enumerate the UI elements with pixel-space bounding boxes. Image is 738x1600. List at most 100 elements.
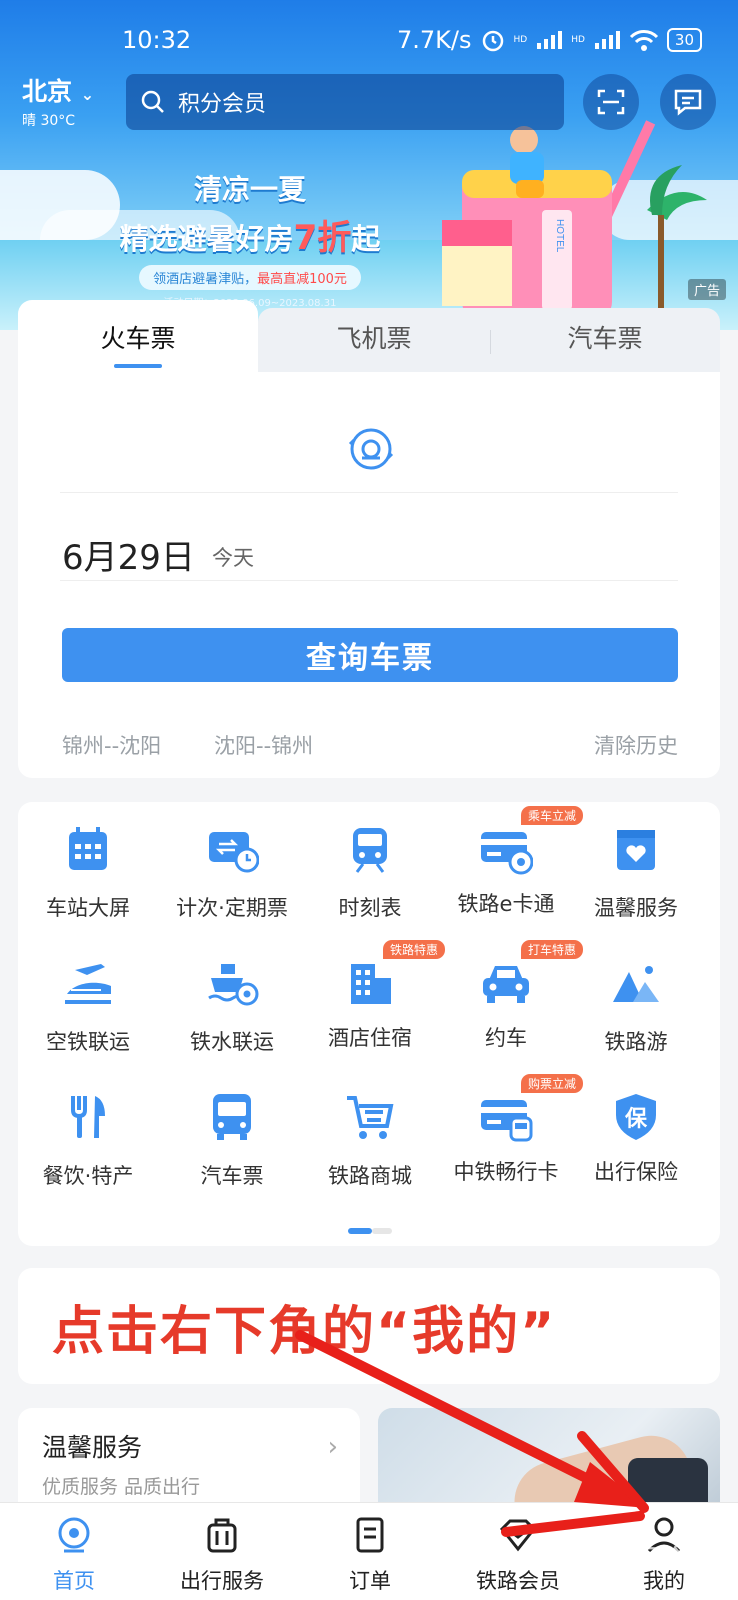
weather-text: 晴 30°C [22,113,76,129]
heart-bag-icon [617,830,655,870]
service-label: 温馨服务 [594,896,678,920]
service-label: 铁水联运 [190,1030,274,1054]
service-e-card[interactable]: 乘车立减 铁路e卡通 [436,806,584,918]
service-insurance[interactable]: 保 出行保险 [566,1090,706,1186]
page-dot [372,1228,392,1234]
page-dot-active [348,1228,372,1234]
promo-banner[interactable]: 清凉一夏 精选避暑好房7折起 领酒店避暑津贴，最高直减100元 活动日期：202… [90,168,410,309]
nav-label: 订单 [349,1569,391,1593]
network-speed: 7.7K/s [397,26,472,54]
nav-label: 首页 [53,1569,95,1593]
service-air-rail[interactable]: 空铁联运 [18,956,158,1056]
mountain-icon [613,966,659,1002]
tab-flight-label: 飞机票 [336,324,412,353]
search-bar[interactable]: 积分会员 [126,74,564,130]
tab-bus[interactable]: 汽车票 [490,300,720,374]
wifi-icon [629,30,658,51]
ad-label: 广告 [687,279,726,300]
service-periodic-ticket[interactable]: 计次·定期票 [162,822,302,922]
promo-title: 清凉一夏 [193,173,306,206]
service-grid: 车站大屏 计次·定期票 时刻表 乘车立减 铁路e卡通 温馨服务 空铁联运 铁水联… [18,802,720,1246]
train-icon [353,828,387,873]
service-label: 铁路e卡通 [457,892,555,916]
signal-icon [594,31,620,49]
cart-icon [347,1096,394,1139]
service-label: 铁路商城 [328,1164,412,1188]
service-food[interactable]: 餐饮·特产 [18,1090,158,1190]
tab-train[interactable]: 火车票 [18,300,258,374]
service-travel-card[interactable]: 购票立减 中铁畅行卡 [436,1074,584,1186]
train-card-icon [481,1100,533,1142]
hotel-text: HOTEL [554,219,565,253]
status-time: 10:32 [122,26,192,54]
service-label: 计次·定期票 [176,896,288,920]
service-mall[interactable]: 铁路商城 [300,1090,440,1190]
hotel-icon [351,964,391,1004]
departure-date[interactable]: 6月29日 [62,530,195,579]
warm-service-title: 温馨服务 [42,1433,143,1462]
service-bus-ticket[interactable]: 汽车票 [162,1090,302,1190]
service-station-screen[interactable]: 车站大屏 [18,822,158,922]
service-rail-water[interactable]: 铁水联运 [162,956,302,1056]
railway-logo-icon[interactable] [346,424,396,474]
diamond-icon [499,1519,537,1552]
nav-travel-service[interactable]: 出行服务 [152,1503,292,1600]
service-label: 出行保险 [594,1160,678,1184]
search-placeholder: 积分会员 [178,92,267,117]
app-screen: HOTEL 清凉一夏 精选避暑好房7折起 领酒店避暑津贴，最高直减100元 活动… [0,0,738,1600]
card-icon [481,832,534,875]
divider [60,492,678,493]
nav-home[interactable]: 首页 [4,1503,144,1600]
service-label: 酒店住宿 [328,1026,412,1050]
ticket-tabs: 火车票 飞机票 汽车票 [18,300,720,374]
service-timetable[interactable]: 时刻表 [300,822,440,922]
battery-indicator: 30 [666,28,702,52]
service-label: 中铁畅行卡 [453,1160,559,1184]
scan-button[interactable] [583,74,639,130]
fork-knife-icon [71,1096,105,1138]
service-hotel[interactable]: 铁路特惠 酒店住宿 [300,940,446,1052]
divider [60,580,678,581]
city-selector[interactable]: 北京 ⌄ 晴 30°C [22,72,94,130]
service-label: 车站大屏 [46,896,130,920]
message-button[interactable] [660,74,716,130]
chevron-right-icon: › [327,1432,338,1462]
service-rail-travel[interactable]: 铁路游 [566,956,706,1056]
service-label: 时刻表 [338,896,402,920]
service-label: 餐饮·特产 [42,1164,134,1188]
car-icon [483,966,529,1003]
service-label: 汽车票 [200,1164,264,1188]
booking-card: 6月29日 今天 查询车票 锦州--沈阳 沈阳--锦州 清除历史 [18,372,720,778]
tab-train-label: 火车票 [100,324,176,353]
service-label: 约车 [485,1026,527,1050]
query-tickets-button[interactable]: 查询车票 [62,628,678,682]
order-icon [356,1517,384,1553]
search-icon [141,90,164,113]
plane-train-icon [65,964,111,1004]
warm-service-subtitle: 优质服务 品质出行 [42,1476,201,1498]
city-name: 北京 [22,77,73,106]
clear-history-button[interactable]: 清除历史 [594,730,678,760]
promo-pill: 领酒店避暑津贴，最高直减100元 [139,265,361,290]
service-car[interactable]: 打车特惠 约车 [436,940,584,1052]
nav-label: 出行服务 [180,1569,264,1593]
promo-subtitle: 精选避暑好房7折起 [119,218,381,258]
hd-badge: HD [571,34,585,45]
history-item[interactable]: 锦州--沈阳 [62,730,161,760]
service-warm[interactable]: 温馨服务 [566,822,706,922]
service-label: 空铁联运 [46,1030,130,1054]
tab-bus-label: 汽车票 [567,324,643,353]
insurance-glyph: 保 [624,1107,647,1132]
history-item[interactable]: 沈阳--锦州 [214,730,313,760]
tab-flight[interactable]: 飞机票 [258,300,490,374]
nav-orders[interactable]: 订单 [300,1503,440,1600]
calendar-icon [69,827,107,870]
signal-icon [537,31,563,49]
annotation-card: 点击右下角的“我的” [18,1268,720,1384]
annotation-text: 点击右下角的“我的” [52,1301,557,1362]
bus-icon [213,1094,251,1140]
hd-badge: HD [513,34,528,45]
drink-can-illustration: HOTEL [442,120,707,315]
scan-icon [597,89,625,115]
page-indicator [348,1228,392,1234]
